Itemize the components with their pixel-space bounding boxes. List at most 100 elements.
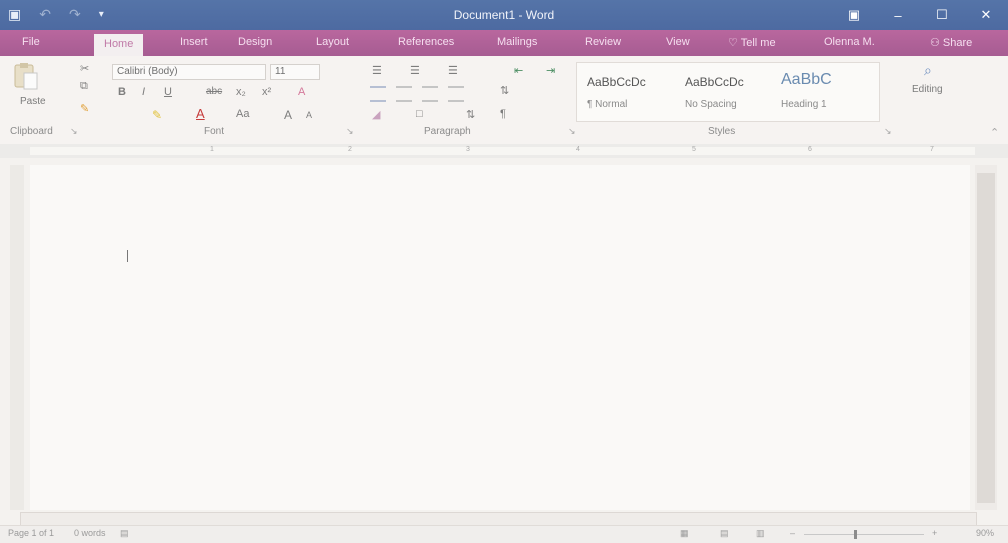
ruler-tick: 3: [466, 146, 470, 153]
ruler-tick: 7: [930, 146, 934, 153]
multilevel-list-button[interactable]: ☰: [448, 64, 458, 77]
subscript-button[interactable]: x₂: [236, 86, 246, 98]
ribbon-tab-bar: File Home Insert Design Layout Reference…: [0, 30, 1008, 56]
zoom-level[interactable]: 90%: [976, 528, 994, 538]
zoom-out-button[interactable]: –: [790, 528, 795, 538]
share-button[interactable]: ⚇ Share: [930, 36, 972, 49]
paragraph-launcher-icon[interactable]: ↘: [568, 126, 576, 137]
style-preview: AaBbCcDc: [587, 75, 646, 89]
clipboard-group-label: Clipboard: [10, 126, 53, 137]
font-size-select[interactable]: 11: [270, 64, 320, 80]
style-name: ¶ Normal: [587, 99, 628, 110]
strikethrough-button[interactable]: abc: [206, 86, 222, 97]
styles-group-label: Styles: [708, 126, 736, 137]
line-spacing-icon[interactable]: ⇅: [500, 84, 509, 97]
cut-icon[interactable]: ✂: [80, 62, 89, 75]
close-button[interactable]: ✕: [964, 0, 1008, 30]
decrease-indent-button[interactable]: ⇤: [514, 64, 523, 77]
italic-button[interactable]: I: [142, 86, 145, 98]
horizontal-ruler[interactable]: 1 2 3 4 5 6 7: [0, 144, 1008, 158]
web-layout-icon[interactable]: ▥: [756, 528, 765, 539]
change-case-button[interactable]: Aa: [236, 108, 249, 120]
increase-indent-button[interactable]: ⇥: [546, 64, 555, 77]
align-center-icon[interactable]: [396, 86, 412, 102]
underline-button[interactable]: U: [164, 86, 172, 98]
highlight-color-icon[interactable]: ✎: [152, 108, 162, 122]
style-heading-1[interactable]: AaBbC Heading 1: [777, 67, 867, 117]
tab-design[interactable]: Design: [238, 36, 272, 48]
paste-button-label[interactable]: Paste: [20, 96, 46, 107]
vertical-ruler[interactable]: [10, 165, 24, 510]
text-cursor: [127, 250, 128, 262]
font-name-select[interactable]: Calibri (Body): [112, 64, 266, 80]
font-launcher-icon[interactable]: ↘: [346, 126, 354, 137]
align-left-icon[interactable]: [370, 86, 386, 102]
document-page[interactable]: [30, 165, 970, 510]
horizontal-scrollbar[interactable]: [20, 512, 977, 526]
styles-gallery: AaBbCcDc ¶ Normal AaBbCcDc No Spacing Aa…: [576, 62, 880, 122]
shading-icon[interactable]: ◢: [372, 108, 380, 121]
paragraph-group-label: Paragraph: [424, 126, 471, 137]
tab-view[interactable]: View: [666, 36, 690, 48]
ruler-bar: [30, 147, 975, 155]
style-normal[interactable]: AaBbCcDc ¶ Normal: [583, 67, 677, 117]
user-name[interactable]: Olenna M.: [824, 36, 875, 48]
style-no-spacing[interactable]: AaBbCcDc No Spacing: [681, 67, 775, 117]
shrink-font-button[interactable]: A: [306, 110, 312, 120]
print-layout-icon[interactable]: ▤: [720, 528, 729, 539]
tab-references[interactable]: References: [398, 36, 454, 48]
borders-icon[interactable]: □: [416, 108, 423, 120]
superscript-button[interactable]: x²: [262, 86, 271, 98]
tab-file[interactable]: File: [22, 36, 40, 48]
clipboard-launcher-icon[interactable]: ↘: [70, 126, 78, 137]
collapse-ribbon-icon[interactable]: ⌃: [990, 126, 999, 139]
tab-home[interactable]: Home: [94, 34, 144, 56]
restore-button[interactable]: ☐: [920, 0, 964, 30]
tab-layout[interactable]: Layout: [316, 36, 349, 48]
minimize-button[interactable]: –: [876, 0, 920, 30]
tab-insert[interactable]: Insert: [180, 36, 208, 48]
align-right-icon[interactable]: [422, 86, 438, 102]
show-formatting-button[interactable]: ¶: [500, 108, 506, 120]
find-icon[interactable]: ⌕: [924, 62, 932, 79]
bullets-button[interactable]: ☰: [372, 64, 382, 77]
vertical-scroll-thumb[interactable]: [977, 173, 995, 503]
zoom-slider-thumb[interactable]: [854, 530, 857, 539]
zoom-in-button[interactable]: +: [932, 528, 937, 538]
ruler-tick: 1: [210, 146, 214, 153]
ribbon-home: Paste ✂ ⧉ ✎ Calibri (Body) 11 B I U abc …: [0, 56, 1008, 145]
justify-icon[interactable]: [448, 86, 464, 102]
status-bar: Page 1 of 1 0 words ▤ ▦ ▤ ▥ – + 90%: [0, 525, 1008, 543]
vertical-scrollbar[interactable]: [975, 165, 997, 510]
tell-me-box[interactable]: ♡ Tell me: [728, 36, 776, 49]
sort-button[interactable]: ⇅: [466, 108, 475, 121]
paste-icon[interactable]: [12, 62, 40, 92]
ruler-tick: 6: [808, 146, 812, 153]
zoom-slider[interactable]: [804, 530, 924, 539]
page-count[interactable]: Page 1 of 1: [8, 528, 54, 538]
editing-button[interactable]: Editing: [912, 84, 943, 95]
ruler-tick: 4: [576, 146, 580, 153]
font-group-label: Font: [204, 126, 225, 137]
clear-formatting-button[interactable]: A: [298, 86, 305, 98]
proofing-icon[interactable]: ▤: [120, 528, 129, 539]
word-count[interactable]: 0 words: [74, 528, 106, 538]
font-color-button[interactable]: A: [196, 106, 205, 121]
tab-review[interactable]: Review: [585, 36, 621, 48]
ruler-tick: 2: [348, 146, 352, 153]
style-preview: AaBbC: [781, 71, 832, 88]
style-name: No Spacing: [685, 99, 737, 110]
format-painter-icon[interactable]: ✎: [80, 102, 89, 115]
bold-button[interactable]: B: [118, 86, 126, 98]
grow-font-button[interactable]: A: [284, 108, 292, 122]
ribbon-group-labels: Clipboard ↘ Font ↘ Paragraph ↘ Styles ↘ …: [0, 126, 1008, 142]
tab-mailings[interactable]: Mailings: [497, 36, 537, 48]
title-bar: ▣ ↶ ↷ ▾ Document1 - Word ▣ – ☐ ✕: [0, 0, 1008, 30]
ribbon-display-options-icon[interactable]: ▣: [832, 0, 876, 30]
read-mode-icon[interactable]: ▦: [680, 528, 689, 539]
styles-launcher-icon[interactable]: ↘: [884, 126, 892, 137]
style-preview: AaBbCcDc: [685, 75, 744, 89]
ruler-tick: 5: [692, 146, 696, 153]
numbering-button[interactable]: ☰: [410, 64, 420, 77]
copy-icon[interactable]: ⧉: [80, 80, 88, 93]
